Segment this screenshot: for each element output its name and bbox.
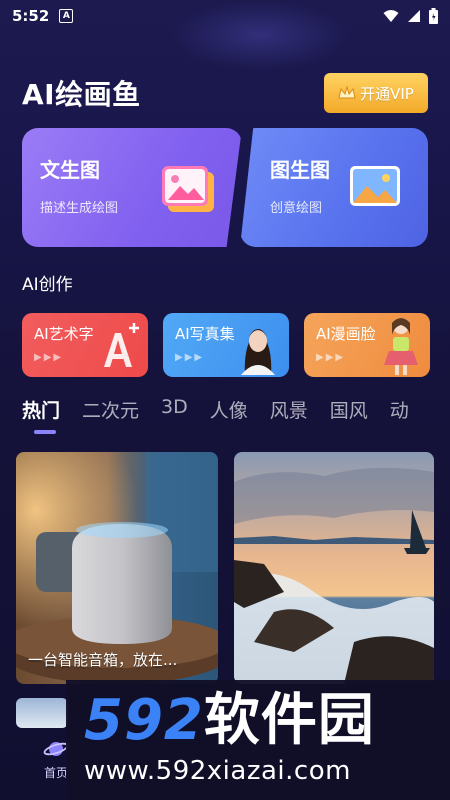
watermark-brand-number: 592 — [84, 688, 204, 753]
watermark-brand-name: 软件园 — [203, 688, 375, 753]
section-title: AI创作 — [22, 275, 73, 295]
tab-guofeng[interactable]: 国风 — [330, 396, 368, 436]
seascape-image — [234, 452, 434, 684]
signal-icon — [408, 10, 420, 22]
text-to-image-card[interactable]: 文生图 描述生成绘图 — [22, 128, 242, 247]
status-icons — [383, 8, 438, 24]
nav-home-label: 首页 — [43, 766, 68, 780]
crown-icon — [338, 86, 356, 99]
category-tabs: 热门 二次元 3D 人像 风景 国风 动 — [22, 396, 450, 436]
open-vip-button[interactable]: 开通VIP — [324, 73, 428, 113]
tab-hot[interactable]: 热门 — [22, 396, 60, 436]
tab-3d[interactable]: 3D — [161, 396, 188, 436]
ai-portrait-album-card[interactable]: AI写真集 ▶ ▶ ▶ — [163, 313, 289, 377]
image-icon — [350, 166, 400, 206]
letter-a-plus-icon — [104, 323, 139, 367]
notification-badge: A — [59, 9, 74, 23]
app-screen: 5:52 A AI绘画鱼 开通VIP 文生图 描述生成绘图 图生图 创意绘图 A… — [0, 0, 450, 800]
image-icon — [162, 166, 214, 212]
app-title: AI绘画鱼 — [22, 78, 141, 111]
tab-landscape[interactable]: 风景 — [270, 396, 308, 436]
image-to-image-card[interactable]: 图生图 创意绘图 — [240, 128, 428, 247]
feed-thumbnail[interactable] — [16, 698, 68, 728]
ai-art-text-card[interactable]: AI艺术字 ▶ ▶ ▶ — [22, 313, 148, 377]
feed-card-seascape[interactable] — [234, 452, 434, 684]
tab-portrait[interactable]: 人像 — [210, 396, 248, 436]
watermark-brand: 592软件园 — [84, 690, 432, 752]
header: AI绘画鱼 开通VIP — [22, 72, 428, 114]
wifi-icon — [383, 10, 399, 22]
ai-comic-face-card[interactable]: AI漫画脸 ▶ ▶ ▶ — [304, 313, 430, 377]
watermark-url: www.592xiazai.com — [84, 756, 351, 786]
portrait-image — [241, 329, 275, 375]
status-bar: 5:52 A — [0, 0, 450, 32]
battery-icon — [429, 8, 438, 24]
comic-girl-image — [384, 318, 418, 375]
watermark-overlay: 592软件园 www.592xiazai.com — [66, 680, 450, 800]
feed-caption: 一台智能音箱，放在... — [28, 651, 178, 669]
status-time: 5:52 — [12, 7, 50, 25]
open-vip-label: 开通VIP — [360, 84, 414, 103]
feed-card-speaker[interactable]: 一台智能音箱，放在... — [16, 452, 218, 684]
tab-anime[interactable]: 二次元 — [82, 396, 139, 436]
tab-more[interactable]: 动 — [390, 396, 409, 436]
